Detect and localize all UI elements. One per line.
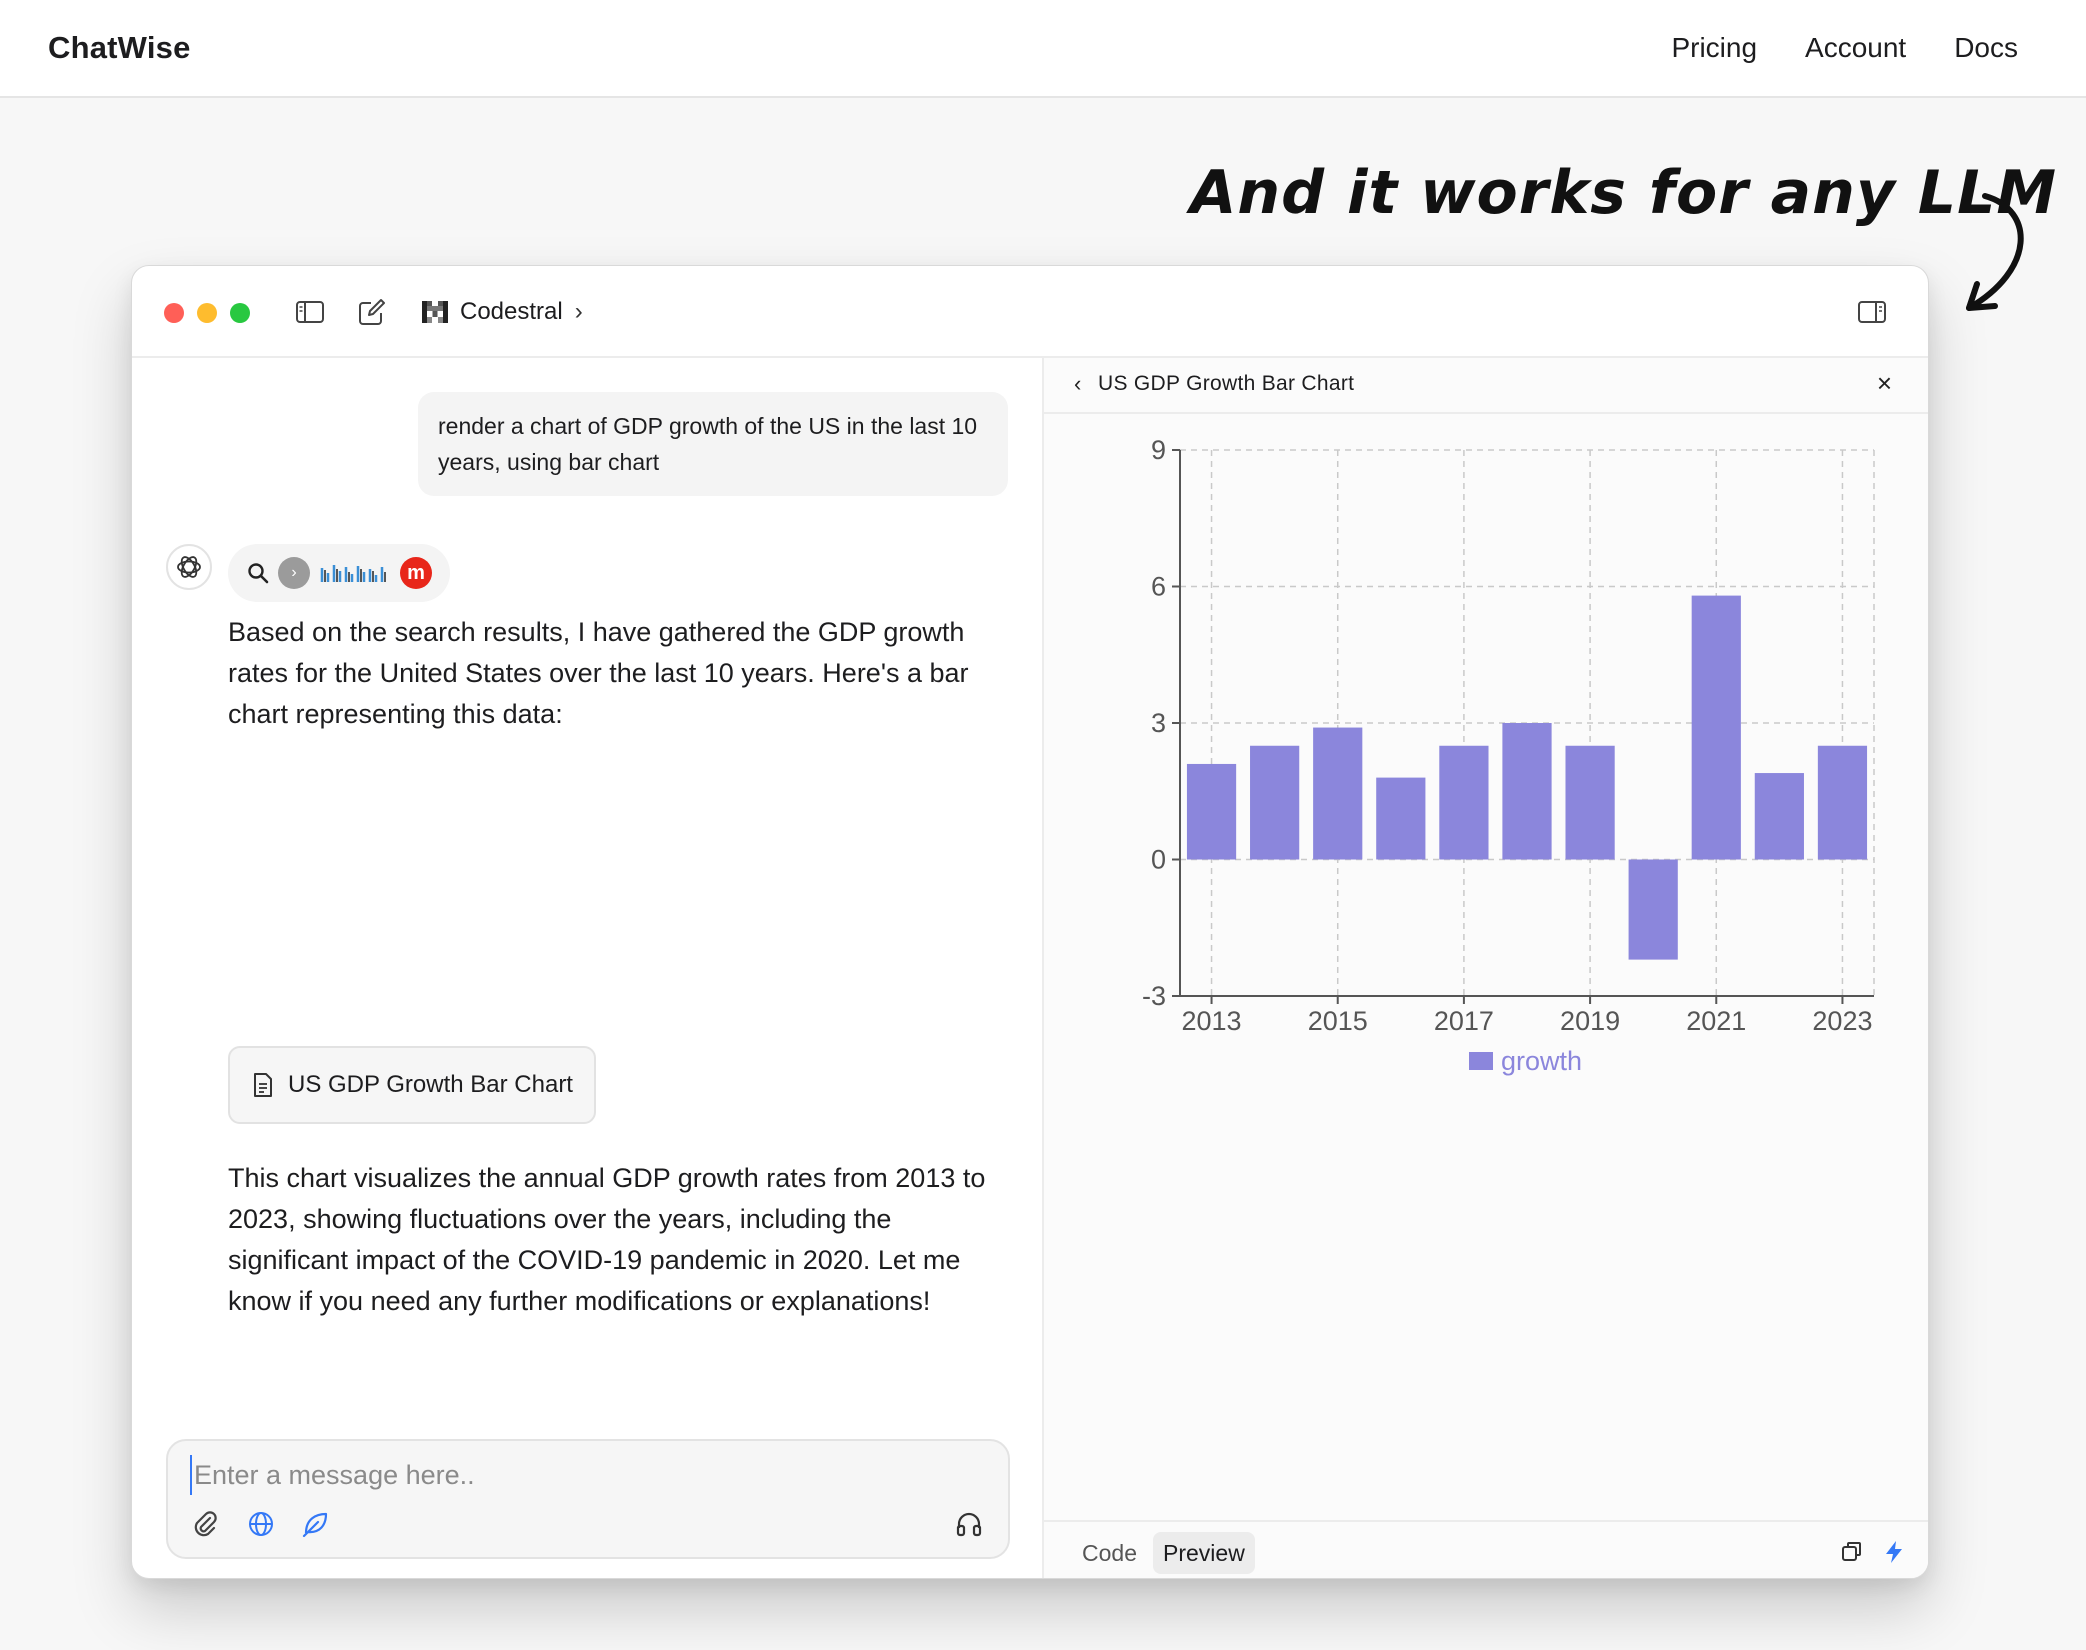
bar-2013 bbox=[1186, 763, 1237, 860]
bar-2023 bbox=[1817, 745, 1868, 860]
copy-icon[interactable] bbox=[1838, 1538, 1866, 1566]
document-icon bbox=[254, 1073, 272, 1097]
source-favicon-red: m bbox=[400, 557, 432, 589]
window-titlebar: Codestral › bbox=[132, 266, 1928, 358]
tab-preview[interactable]: Preview bbox=[1153, 1532, 1255, 1574]
brand-logo[interactable]: ChatWise bbox=[48, 30, 191, 66]
bar-2017 bbox=[1439, 745, 1489, 860]
bar-2020 bbox=[1628, 859, 1678, 960]
artifact-preview-panel: ‹ US GDP Growth Bar Chart × -3 0 3 6 9 2013 20… bbox=[1044, 358, 1928, 1578]
close-preview-icon[interactable]: × bbox=[1877, 368, 1892, 399]
legend-swatch bbox=[1469, 1052, 1493, 1070]
chevron-right-icon: › bbox=[574, 298, 583, 325]
user-message: render a chart of GDP growth of the US i… bbox=[418, 392, 1008, 496]
x-tick-label: 2015 bbox=[1308, 1006, 1368, 1036]
bar-2014 bbox=[1250, 745, 1300, 860]
site-nav-links: Pricing Account Docs bbox=[1671, 32, 2018, 64]
window-controls bbox=[164, 303, 250, 323]
web-search-globe-icon[interactable] bbox=[246, 1509, 276, 1539]
tab-code[interactable]: Code bbox=[1072, 1532, 1147, 1574]
leaf-icon[interactable] bbox=[300, 1509, 330, 1539]
y-tick-label: 6 bbox=[1151, 572, 1166, 602]
model-name: Codestral bbox=[460, 298, 563, 325]
search-icon bbox=[248, 563, 269, 584]
bar-2015 bbox=[1313, 727, 1363, 860]
assistant-message-intro: Based on the search results, I have gath… bbox=[228, 617, 969, 729]
new-chat-icon[interactable] bbox=[356, 296, 388, 328]
tagline: And it works for any LLM bbox=[1190, 158, 2058, 228]
assistant-message-outro: This chart visualizes the annual GDP gro… bbox=[228, 1163, 986, 1316]
attach-icon[interactable] bbox=[190, 1509, 220, 1539]
x-tick-label: 2021 bbox=[1686, 1006, 1746, 1036]
model-selector[interactable]: Codestral › bbox=[422, 294, 583, 330]
gdp-bar-chart: -3 0 3 6 9 2013 2015 2017 2019 2021 2023 growth bbox=[1142, 435, 1875, 1076]
app-window: Codestral › render a chart of GDP growth… bbox=[131, 265, 1929, 1579]
assistant-avatar bbox=[166, 544, 212, 590]
x-tick-label: 2013 bbox=[1182, 1006, 1242, 1036]
bar-2022 bbox=[1754, 773, 1804, 860]
maximize-window-button[interactable] bbox=[230, 303, 250, 323]
y-tick-label: 0 bbox=[1151, 845, 1166, 875]
chat-panel: render a chart of GDP growth of the US i… bbox=[132, 358, 1044, 1578]
source-favicon-waves bbox=[320, 565, 386, 582]
message-composer bbox=[166, 1439, 1010, 1559]
preview-title: US GDP Growth Bar Chart bbox=[1098, 372, 1355, 395]
lightning-icon[interactable] bbox=[1880, 1538, 1908, 1566]
y-tick-label: 9 bbox=[1151, 435, 1166, 465]
nav-docs[interactable]: Docs bbox=[1954, 32, 2018, 64]
bar-2018 bbox=[1502, 723, 1552, 860]
artifact-card[interactable]: US GDP Growth Bar Chart bbox=[228, 1046, 596, 1124]
legend-label: growth bbox=[1501, 1046, 1582, 1076]
curved-arrow-icon bbox=[1966, 193, 2024, 311]
artifact-label: US GDP Growth Bar Chart bbox=[288, 1071, 573, 1098]
preview-header: ‹ US GDP Growth Bar Chart × bbox=[1044, 358, 1928, 414]
minimize-window-button[interactable] bbox=[197, 303, 217, 323]
openai-logo-icon bbox=[177, 556, 201, 578]
search-tool-chip[interactable]: › m bbox=[228, 544, 450, 602]
sidebar-toggle-icon[interactable] bbox=[294, 296, 326, 328]
bar-2019 bbox=[1565, 745, 1615, 860]
y-tick-label: -3 bbox=[1142, 981, 1166, 1011]
preview-footer: Code Preview bbox=[1044, 1520, 1928, 1578]
right-panel-toggle-icon[interactable] bbox=[1856, 296, 1888, 328]
x-tick-label: 2019 bbox=[1560, 1006, 1620, 1036]
x-tick-label: 2023 bbox=[1812, 1006, 1872, 1036]
back-chevron-icon[interactable]: ‹ bbox=[1074, 371, 1081, 397]
source-favicon: › bbox=[278, 557, 310, 589]
nav-pricing[interactable]: Pricing bbox=[1671, 32, 1757, 64]
bar-2016 bbox=[1376, 777, 1426, 860]
mistral-logo-icon bbox=[422, 301, 448, 323]
y-tick-label: 3 bbox=[1151, 708, 1166, 738]
headphones-icon[interactable] bbox=[954, 1509, 984, 1539]
message-input[interactable] bbox=[190, 1455, 970, 1495]
site-header: ChatWise Pricing Account Docs bbox=[0, 0, 2086, 98]
close-window-button[interactable] bbox=[164, 303, 184, 323]
bar-2021 bbox=[1691, 595, 1741, 860]
x-tick-label: 2017 bbox=[1434, 1006, 1494, 1036]
nav-account[interactable]: Account bbox=[1805, 32, 1906, 64]
